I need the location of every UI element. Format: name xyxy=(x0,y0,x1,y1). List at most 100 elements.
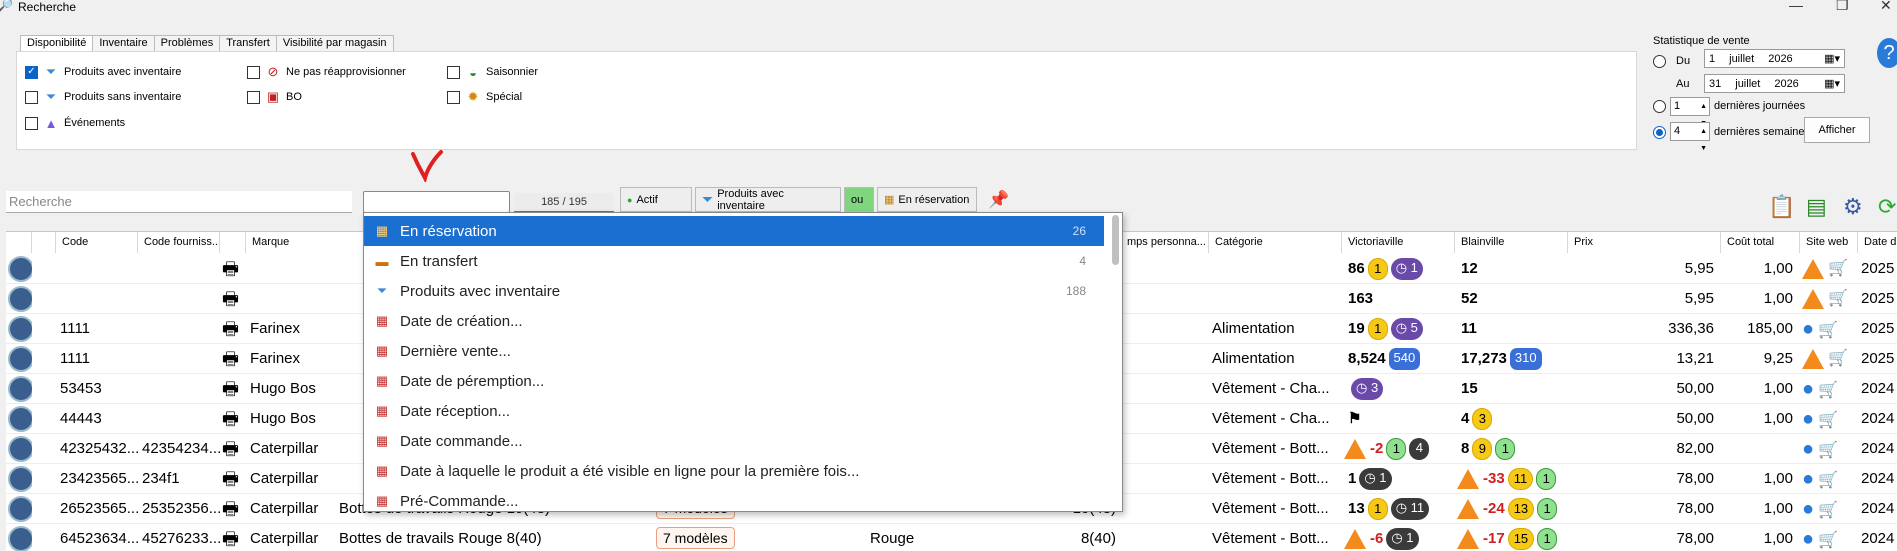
filter-produits-sans-inventaire[interactable]: ⏷ Produits sans inventaire xyxy=(25,89,181,105)
suggestion-item[interactable]: ▦ Date commande... xyxy=(364,426,1104,456)
price-cell: 82,00 xyxy=(1568,434,1718,464)
print-icon-cell[interactable]: 🖶 xyxy=(222,494,246,524)
search-input[interactable]: Recherche xyxy=(6,191,352,213)
col-header-prix[interactable]: Prix xyxy=(1568,232,1721,253)
print-icon-cell[interactable]: 🖶 xyxy=(222,284,246,314)
filter-search-input[interactable] xyxy=(363,191,510,213)
days-spinner[interactable]: 1▲▼ xyxy=(1670,97,1710,127)
clipboard-icon[interactable]: 📋 xyxy=(1768,194,1795,220)
warning-icon xyxy=(1457,499,1479,520)
row-status-icon[interactable] xyxy=(8,494,32,524)
suggestion-item[interactable]: ▦ En réservation 26 xyxy=(364,216,1104,246)
date-from-picker[interactable]: 1 juillet 2026 ▦▾ xyxy=(1704,49,1845,68)
maximize-button[interactable]: ❐ xyxy=(1836,0,1849,14)
col-header-cout-total[interactable]: Coût total xyxy=(1721,232,1800,253)
calendar-dropdown-icon[interactable]: ▦▾ xyxy=(1824,77,1840,90)
col-header-code[interactable]: Code xyxy=(56,232,138,253)
print-icon-cell[interactable]: 🖶 xyxy=(222,434,246,464)
chip-or-operator[interactable]: ou xyxy=(844,187,874,212)
afficher-button[interactable]: Afficher xyxy=(1804,117,1870,143)
close-button[interactable]: ✕ xyxy=(1880,0,1892,14)
pin-icon[interactable]: 📌 xyxy=(988,190,1009,210)
chip-produits-avec-inventaire[interactable]: ⏷ Produits avec inventaire xyxy=(695,187,841,212)
col-header-blainville[interactable]: Blainville xyxy=(1455,232,1568,253)
filter-saisonnier[interactable]: ◒ Saisonnier xyxy=(447,64,538,80)
row-status-icon[interactable] xyxy=(8,314,32,344)
print-icon-cell[interactable]: 🖶 xyxy=(222,344,246,374)
settings-gear-icon[interactable]: ⚙ xyxy=(1843,194,1863,220)
print-icon-cell[interactable]: 🖶 xyxy=(222,464,246,494)
row-status-icon[interactable] xyxy=(8,344,32,374)
tab-inventaire[interactable]: Inventaire xyxy=(92,35,155,51)
chip-en-reservation[interactable]: ▦ En réservation xyxy=(877,187,977,212)
weeks-spinner[interactable]: 4 ▲ ▼ xyxy=(1670,122,1710,152)
print-icon-cell[interactable]: 🖶 xyxy=(222,524,246,551)
row-status-icon[interactable] xyxy=(8,284,32,314)
print-icon-cell[interactable]: 🖶 xyxy=(222,314,246,344)
tab-visibilite[interactable]: Visibilité par magasin xyxy=(275,35,394,51)
suggestion-item[interactable]: ▦ Date réception... xyxy=(364,396,1104,426)
col-header-site-web[interactable]: Site web xyxy=(1800,232,1858,253)
calendar-dropdown-icon[interactable]: ▦▾ xyxy=(1824,52,1840,65)
col-header-champs-personnalises[interactable]: mps personna... xyxy=(1121,232,1209,253)
checkbox[interactable] xyxy=(25,116,38,130)
row-status-icon[interactable] xyxy=(8,254,32,284)
stock-badge: ◷ 5 xyxy=(1390,318,1423,341)
spinner-arrows-icon[interactable]: ▲▼ xyxy=(1700,123,1707,157)
suggestion-item[interactable]: ▬ En transfert 4 xyxy=(364,246,1104,276)
col-header-date[interactable]: Date d xyxy=(1858,232,1897,253)
filter-ne-pas-reapprovisionner[interactable]: ⊘ Ne pas réapprovisionner xyxy=(247,64,406,80)
row-status-icon[interactable] xyxy=(8,404,32,434)
dropdown-scrollbar[interactable] xyxy=(1112,215,1119,265)
filter-special[interactable]: ✹ Spécial xyxy=(447,89,522,105)
stock-badge: 1 xyxy=(1537,498,1558,521)
stock-badge: 9 xyxy=(1472,438,1493,461)
help-icon[interactable]: ? xyxy=(1877,38,1897,68)
suggestion-item[interactable]: ▦ Date à laquelle le produit a été visibl… xyxy=(364,456,1104,486)
tab-disponibilite[interactable]: Disponibilité xyxy=(20,35,94,51)
suggestion-item[interactable]: ▦ Pré-Commande... xyxy=(364,486,1104,516)
date-to-picker[interactable]: 31 juillet 2026 ▦▾ xyxy=(1704,74,1845,93)
tab-problemes[interactable]: Problèmes xyxy=(153,35,221,51)
checkbox[interactable] xyxy=(247,90,260,104)
tab-transfert[interactable]: Transfert xyxy=(219,35,277,51)
stock-value: -2 xyxy=(1370,440,1384,457)
filter-produits-avec-inventaire[interactable]: ✓ ⏷ Produits avec inventaire xyxy=(25,64,181,80)
radio-date-range[interactable] xyxy=(1653,55,1666,68)
checkbox[interactable] xyxy=(247,65,260,79)
suggestion-item[interactable]: ⏷ Produits avec inventaire 188 xyxy=(364,276,1104,306)
row-status-icon[interactable] xyxy=(8,434,32,464)
row-status-icon[interactable] xyxy=(8,464,32,494)
chip-actif[interactable]: ● Actif xyxy=(620,187,692,212)
table-row[interactable]: 64523634... 45276233... 🖶 Caterpillar Bottes… xyxy=(6,524,1897,551)
export-excel-icon[interactable]: ▤ xyxy=(1806,194,1827,220)
suggestion-item[interactable]: ▦ Dernière vente... xyxy=(364,336,1104,366)
suggestion-item[interactable]: ▦ Date de création... xyxy=(364,306,1104,336)
col-header-image[interactable] xyxy=(32,232,56,253)
checkbox[interactable] xyxy=(447,90,460,104)
col-header-categorie[interactable]: Catégorie xyxy=(1209,232,1342,253)
filter-evenements[interactable]: ▲ Événements xyxy=(25,115,125,131)
col-header-print[interactable] xyxy=(220,232,246,253)
print-icon-cell[interactable]: 🖶 xyxy=(222,374,246,404)
refresh-icon[interactable]: ⟳ xyxy=(1878,194,1896,220)
row-status-icon[interactable] xyxy=(8,524,32,551)
checkbox[interactable] xyxy=(25,90,38,104)
code-cell xyxy=(60,254,140,284)
print-icon-cell[interactable]: 🖶 xyxy=(222,254,246,284)
total-cost-cell xyxy=(1721,434,1797,464)
col-header-marque[interactable]: Marque xyxy=(246,232,368,253)
checkbox-checked[interactable]: ✓ xyxy=(25,65,38,79)
suggestion-item[interactable]: ▦ Date de péremption... xyxy=(364,366,1104,396)
checkbox[interactable] xyxy=(447,65,460,79)
print-icon-cell[interactable]: 🖶 xyxy=(222,404,246,434)
filter-bo[interactable]: ▣ BO xyxy=(247,89,302,105)
col-header-status[interactable] xyxy=(6,232,32,253)
col-header-victoriaville[interactable]: Victoriaville xyxy=(1342,232,1455,253)
minimize-button[interactable]: — xyxy=(1789,0,1803,13)
col-header-code-fournisseur[interactable]: Code fourniss... xyxy=(138,232,220,253)
radio-last-days[interactable] xyxy=(1653,100,1666,113)
row-status-icon[interactable] xyxy=(8,374,32,404)
radio-last-weeks[interactable] xyxy=(1653,126,1666,139)
models-pill[interactable]: 7 modèles xyxy=(656,527,735,549)
